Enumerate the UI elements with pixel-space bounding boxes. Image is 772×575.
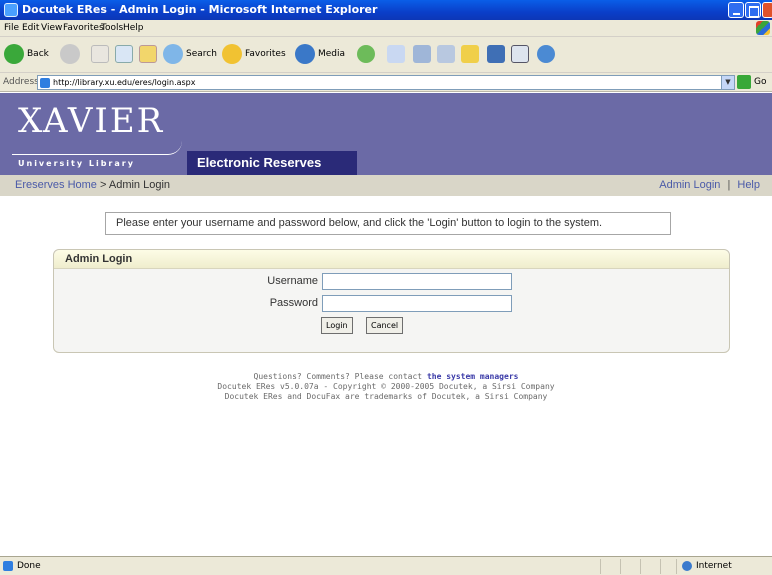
browser-toolbar: Back Search Favorites Media xyxy=(0,37,772,73)
password-field[interactable] xyxy=(322,295,512,312)
section-title: Electronic Reserves xyxy=(187,151,357,175)
menu-tools[interactable]: Tools xyxy=(101,23,123,33)
admin-login-link[interactable]: Admin Login xyxy=(659,179,720,191)
footer-trademarks: Docutek ERes and DocuFax are trademarks … xyxy=(224,392,548,401)
breadcrumb-separator: > xyxy=(99,179,107,191)
breadcrumb-home-link[interactable]: Ereserves Home xyxy=(15,179,97,191)
windows-logo-icon xyxy=(756,21,770,35)
go-button[interactable]: Go xyxy=(754,77,766,87)
menu-file[interactable]: File xyxy=(4,23,19,33)
favorites-button[interactable]: Favorites xyxy=(222,44,294,66)
menu-favorites[interactable]: Favorites xyxy=(63,23,104,33)
research-icon[interactable] xyxy=(487,45,505,63)
menu-bar: File Edit View Favorites Tools Help xyxy=(0,20,772,37)
back-arrow-icon xyxy=(4,44,24,64)
page-footer: Questions? Comments? Please contact the … xyxy=(0,372,772,402)
stop-icon[interactable] xyxy=(91,45,109,63)
maximize-button[interactable] xyxy=(745,2,761,18)
status-text: Done xyxy=(17,561,41,571)
address-url: http://library.xu.edu/eres/login.aspx xyxy=(53,78,196,87)
logo-swoosh xyxy=(12,141,182,155)
address-input[interactable]: http://library.xu.edu/eres/login.aspx ▼ xyxy=(37,75,735,90)
media-icon xyxy=(295,44,315,64)
status-divider xyxy=(600,559,601,574)
footer-contact-text: Questions? Comments? Please contact xyxy=(253,372,423,381)
print-icon[interactable] xyxy=(413,45,431,63)
edit-icon[interactable] xyxy=(437,45,455,63)
menu-help[interactable]: Help xyxy=(123,23,144,33)
system-managers-link[interactable]: the system managers xyxy=(427,372,519,381)
forward-button[interactable] xyxy=(60,44,84,66)
back-button[interactable]: Back xyxy=(4,44,56,66)
search-icon xyxy=(163,44,183,64)
status-divider xyxy=(660,559,661,574)
login-panel: Admin Login Username Password Login Canc… xyxy=(53,249,730,353)
page-done-icon xyxy=(3,561,13,571)
star-icon xyxy=(222,44,242,64)
mail-icon[interactable] xyxy=(387,45,405,63)
internet-globe-icon xyxy=(682,561,692,571)
logo-name: XAVIER xyxy=(18,101,165,141)
refresh-icon[interactable] xyxy=(115,45,133,63)
messenger-icon[interactable] xyxy=(511,45,529,63)
history-icon[interactable] xyxy=(357,45,375,63)
ie-icon xyxy=(4,3,18,17)
site-banner: XAVIER University Library Electronic Res… xyxy=(0,93,772,175)
window-titlebar: Docutek ERes - Admin Login - Microsoft I… xyxy=(0,0,772,20)
username-field[interactable] xyxy=(322,273,512,290)
media-button[interactable]: Media xyxy=(295,44,351,66)
help-link[interactable]: Help xyxy=(737,179,760,191)
status-divider xyxy=(640,559,641,574)
users-icon[interactable] xyxy=(537,45,555,63)
security-zone: Internet xyxy=(676,559,772,574)
status-divider xyxy=(620,559,621,574)
breadcrumb: Ereserves Home > Admin Login xyxy=(15,179,170,191)
status-bar: Done Internet xyxy=(0,556,772,575)
menu-edit[interactable]: Edit xyxy=(22,23,39,33)
breadcrumb-bar: Ereserves Home > Admin Login Admin Login… xyxy=(0,175,772,196)
username-label: Username xyxy=(267,275,318,287)
close-button[interactable] xyxy=(762,2,772,18)
footer-contact-line: Questions? Comments? Please contact the … xyxy=(0,372,772,382)
home-icon[interactable] xyxy=(139,45,157,63)
footer-copyright: Docutek ERes v5.0.07a - Copyright © 2000… xyxy=(217,382,555,391)
page-icon xyxy=(40,78,50,88)
menu-view[interactable]: View xyxy=(41,23,62,33)
address-label: Address xyxy=(3,77,39,87)
instructions-box: Please enter your username and password … xyxy=(105,212,671,235)
password-label: Password xyxy=(269,297,318,309)
folder-icon[interactable] xyxy=(461,45,479,63)
window-title: Docutek ERes - Admin Login - Microsoft I… xyxy=(22,3,378,16)
forward-arrow-icon xyxy=(60,44,80,64)
nav-divider: | xyxy=(727,179,731,191)
cancel-button[interactable]: Cancel xyxy=(366,317,404,334)
go-arrow-icon[interactable] xyxy=(737,75,751,89)
logo-subtitle: University Library xyxy=(18,159,135,168)
login-panel-title: Admin Login xyxy=(65,253,133,265)
search-button[interactable]: Search xyxy=(163,44,223,66)
zone-text: Internet xyxy=(696,561,732,571)
login-panel-header: Admin Login xyxy=(54,250,729,269)
chevron-down-icon[interactable]: ▼ xyxy=(721,76,734,89)
page-content: XAVIER University Library Electronic Res… xyxy=(0,93,772,556)
login-button[interactable]: Login xyxy=(321,317,353,334)
breadcrumb-current: Admin Login xyxy=(108,179,171,191)
minimize-button[interactable] xyxy=(728,2,744,18)
nav-links: Admin Login | Help xyxy=(659,179,760,191)
address-bar: Address http://library.xu.edu/eres/login… xyxy=(0,73,772,92)
